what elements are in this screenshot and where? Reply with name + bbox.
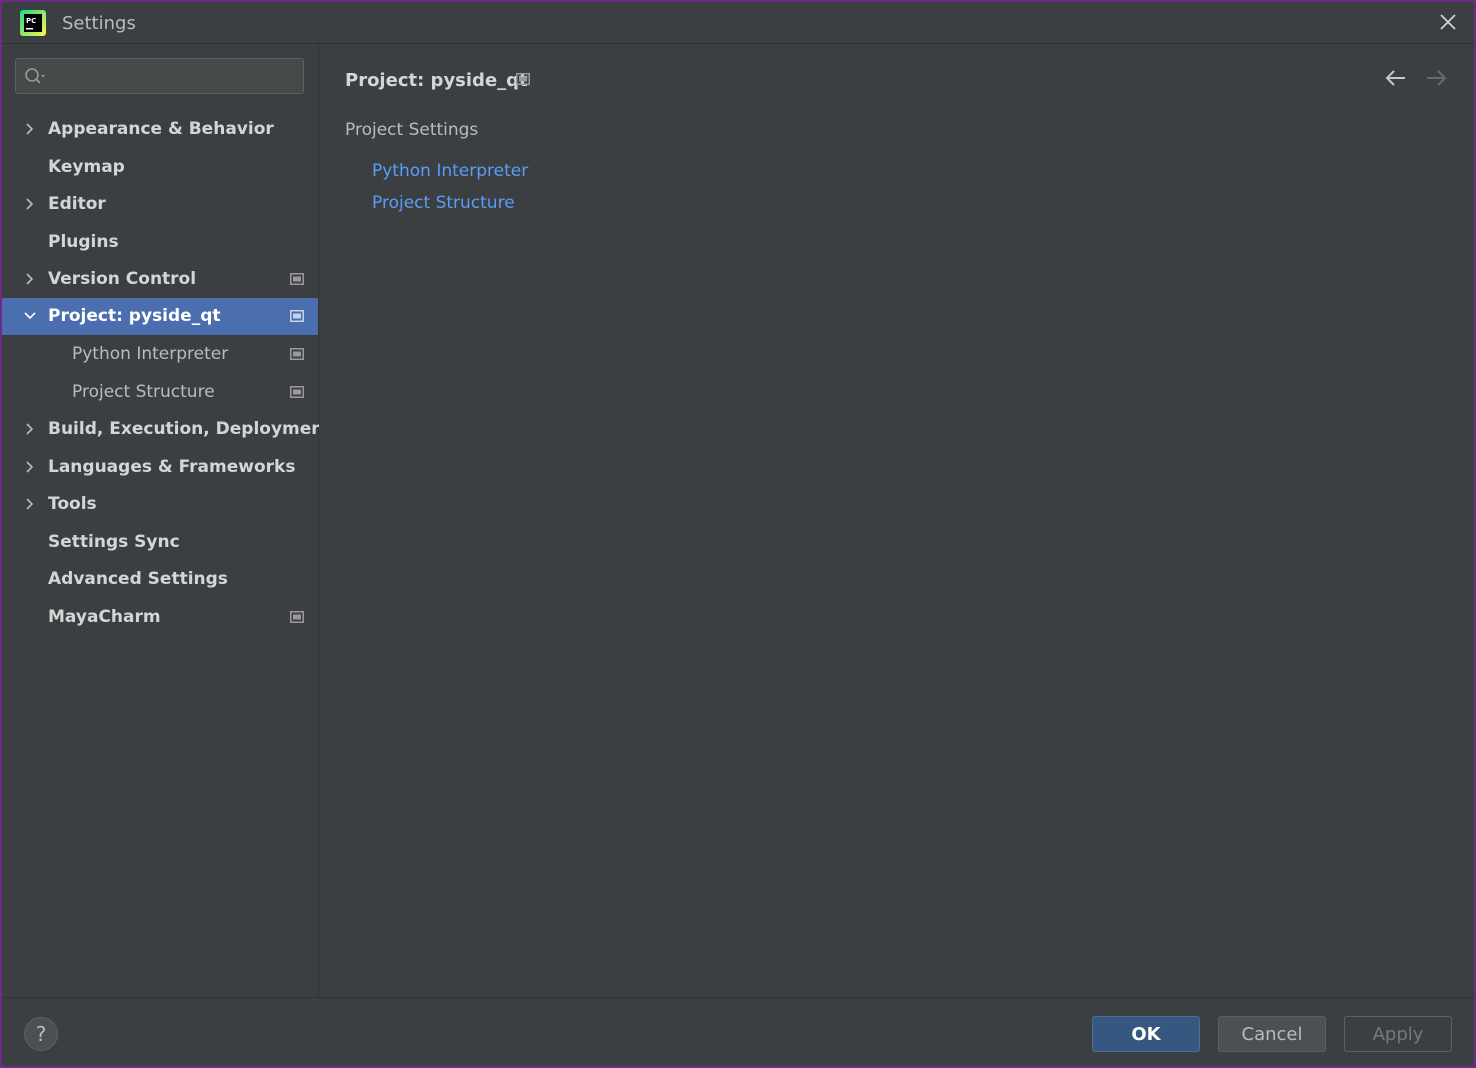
project-level-icon xyxy=(290,386,304,398)
sidebar-item-advanced-settings[interactable]: Advanced Settings xyxy=(2,561,318,598)
arrow-left-icon xyxy=(1385,70,1405,86)
ok-button[interactable]: OK xyxy=(1092,1016,1200,1052)
settings-sidebar: Appearance & Behavior Keymap Editor Plug… xyxy=(2,44,332,997)
sidebar-item-version-control[interactable]: Version Control xyxy=(2,261,318,298)
chevron-right-icon xyxy=(26,461,34,473)
dialog-footer: ? OK Cancel Apply xyxy=(2,997,1474,1066)
search-input[interactable] xyxy=(52,63,301,91)
app-icon-label: PC xyxy=(26,17,36,25)
sidebar-item-label: Editor xyxy=(48,194,106,214)
sidebar-item-label: Advanced Settings xyxy=(48,569,228,589)
arrow-right-icon xyxy=(1427,70,1447,86)
chevron-right-icon xyxy=(26,498,34,510)
sidebar-item-label: Project Structure xyxy=(72,382,215,402)
apply-button[interactable]: Apply xyxy=(1344,1016,1452,1052)
sidebar-item-label: Settings Sync xyxy=(48,532,180,552)
sidebar-item-label: Tools xyxy=(48,494,97,514)
settings-content: Project: pyside_qt Project Settings Pyth… xyxy=(319,44,1474,997)
sidebar-item-label: Build, Execution, Deployment xyxy=(48,419,332,439)
project-level-icon xyxy=(290,310,304,322)
chevron-down-icon xyxy=(24,312,36,320)
forward-button[interactable] xyxy=(1423,66,1449,90)
pycharm-logo-icon: PC xyxy=(20,10,46,36)
chevron-right-icon xyxy=(26,423,34,435)
sidebar-item-mayacharm[interactable]: MayaCharm xyxy=(2,599,318,636)
close-button[interactable] xyxy=(1436,10,1460,34)
sidebar-item-label: MayaCharm xyxy=(48,607,161,627)
search-field[interactable] xyxy=(15,58,304,94)
close-icon xyxy=(1440,14,1456,30)
sidebar-item-keymap[interactable]: Keymap xyxy=(2,149,318,186)
sidebar-item-tools[interactable]: Tools xyxy=(2,486,318,523)
sidebar-item-project[interactable]: Project: pyside_qt xyxy=(2,298,318,335)
help-icon: ? xyxy=(35,1022,47,1046)
search-icon xyxy=(25,68,45,84)
sidebar-item-label: Keymap xyxy=(48,157,125,177)
back-button[interactable] xyxy=(1383,66,1409,90)
project-level-icon xyxy=(290,348,304,360)
sidebar-item-label: Plugins xyxy=(48,232,119,252)
link-project-structure[interactable]: Project Structure xyxy=(372,193,515,213)
sidebar-item-label: Version Control xyxy=(48,269,197,289)
sidebar-item-label: Languages & Frameworks xyxy=(48,457,296,477)
sidebar-item-build-execution-deployment[interactable]: Build, Execution, Deployment xyxy=(2,411,332,448)
sidebar-item-plugins[interactable]: Plugins xyxy=(2,224,318,261)
sidebar-item-label: Project: pyside_qt xyxy=(48,306,221,326)
section-title: Project Settings xyxy=(345,120,479,140)
window-title: Settings xyxy=(62,13,136,34)
sidebar-item-settings-sync[interactable]: Settings Sync xyxy=(2,524,318,561)
page-title: Project: pyside_qt xyxy=(345,70,528,91)
project-level-icon xyxy=(290,611,304,623)
project-level-icon xyxy=(516,73,530,85)
chevron-right-icon xyxy=(26,123,34,135)
sidebar-item-appearance-behavior[interactable]: Appearance & Behavior xyxy=(2,111,318,148)
sidebar-item-label: Python Interpreter xyxy=(72,344,229,364)
help-button[interactable]: ? xyxy=(24,1017,58,1051)
link-python-interpreter[interactable]: Python Interpreter xyxy=(372,161,528,181)
chevron-right-icon xyxy=(26,273,34,285)
chevron-right-icon xyxy=(26,198,34,210)
sidebar-item-project-structure[interactable]: Project Structure xyxy=(2,374,318,411)
sidebar-item-label: Appearance & Behavior xyxy=(48,119,274,139)
sidebar-item-languages-frameworks[interactable]: Languages & Frameworks xyxy=(2,449,318,486)
project-level-icon xyxy=(290,273,304,285)
cancel-button[interactable]: Cancel xyxy=(1218,1016,1326,1052)
title-bar: PC Settings xyxy=(2,2,1474,44)
sidebar-item-editor[interactable]: Editor xyxy=(2,186,318,223)
settings-window: PC Settings Appearance & Behavior Keymap… xyxy=(0,0,1476,1068)
sidebar-item-python-interpreter[interactable]: Python Interpreter xyxy=(2,336,318,373)
